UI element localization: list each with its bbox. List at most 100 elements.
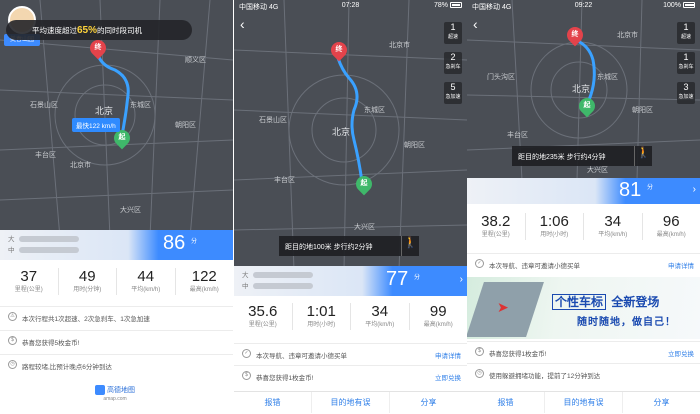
stat-max-speed: 96 最高(km/h) <box>656 213 686 238</box>
trip-report-panel-1: 北京 石景山区 北京市 朝阳区 丰台区 东城区 顺义区 大兴区 美春山园 平均速… <box>0 0 233 414</box>
stat-max-speed: 122 最高(km/h) <box>189 268 219 293</box>
start-pin-label: 起 <box>118 134 126 141</box>
start-pin-icon[interactable]: 起 <box>110 126 134 150</box>
driver-name: 大 <box>8 236 15 243</box>
chevron-right-icon: › <box>459 274 463 285</box>
fastest-speed-tag: 最快122 km/h <box>72 118 120 132</box>
start-pin-icon[interactable]: 起 <box>352 172 376 196</box>
shield-icon: ✓ <box>242 349 251 358</box>
trip-stats: 35.6 里程(公里) 1:01 用时(小时) 34 平均(km/h) 99 最高(km… <box>234 303 467 330</box>
overspeed-button[interactable]: 1 超速 <box>444 22 462 44</box>
map-label: 东城区 <box>364 107 385 114</box>
map-label: 东城区 <box>130 102 151 109</box>
stat-max-speed: 99 最高(km/h) <box>423 303 453 328</box>
wrong-destination-button[interactable]: 目的地有误 <box>312 392 390 413</box>
row-text: 恭喜您获得5枚金币! <box>22 340 80 347</box>
stat-duration: 49 用时(分钟) <box>59 268 117 295</box>
hard-brake-button[interactable]: 1 急刹车 <box>677 52 695 74</box>
clock-icon: ◷ <box>475 369 484 378</box>
end-pin-icon[interactable]: 终 <box>86 36 110 60</box>
map-label: 东城区 <box>597 74 618 81</box>
wrong-destination-button[interactable]: 目的地有误 <box>545 392 623 413</box>
avoid-congestion-row[interactable]: ◷ 使用躲避拥堵功能，提前了12分钟到达 <box>467 363 700 383</box>
score-bar[interactable]: 大 中 86 分 <box>0 230 233 260</box>
back-chevron-icon[interactable]: ‹ <box>240 16 245 32</box>
route-map[interactable]: 中国移动 4G 09:22 100% ‹ 1 超速 1 急刹车 3 急加速 北京 朝阳… <box>467 0 700 180</box>
start-pin-icon[interactable]: 起 <box>575 94 599 118</box>
row-text: 本次导航、违章可邀请小德买单 <box>489 263 580 270</box>
trip-stats: 38.2 里程(公里) 1:06 用时(小时) 34 平均(km/h) 96 最高(km… <box>467 213 700 240</box>
walk-text: 距目的地235米 步行约4分钟 <box>518 154 606 161</box>
screenshot-collage: 北京 石景山区 北京市 朝阳区 丰台区 东城区 顺义区 大兴区 美春山园 平均速… <box>0 0 700 414</box>
row-text: 路程较堵,比预计晚点6分钟到达 <box>22 364 112 371</box>
score-bar[interactable]: 81 分 › <box>467 178 700 204</box>
trip-stats: 37 里程(公里) 49 用时(分钟) 44 平均(km/h) 122 最高(km/h) <box>0 268 233 295</box>
redacted-text <box>252 272 313 279</box>
walk-text: 距目的地100米 步行约2分钟 <box>285 244 373 251</box>
hard-accel-button[interactable]: 5 急加速 <box>444 82 462 104</box>
coin-icon: $ <box>475 347 484 356</box>
stat-distance: 38.2 里程(公里) <box>467 213 526 240</box>
battery-percent: 100% <box>663 2 681 9</box>
route-map[interactable]: 北京 石景山区 北京市 朝阳区 丰台区 东城区 顺义区 大兴区 美春山园 平均速… <box>0 0 233 238</box>
end-pin-icon[interactable]: 终 <box>327 38 351 62</box>
map-label: 丰台区 <box>507 132 528 139</box>
back-chevron-icon[interactable]: ‹ <box>473 16 478 32</box>
walking-person-icon: 🚶 <box>401 236 419 256</box>
hard-brake-button[interactable]: 2 急刹车 <box>444 52 462 74</box>
score-bar[interactable]: 大 中 77 分 › <box>234 266 467 296</box>
walk-distance-box[interactable]: 距目的地100米 步行约2分钟 🚶 <box>279 236 419 256</box>
map-label: 朝阳区 <box>404 142 425 149</box>
route-map[interactable]: 中国移动 4G 07:28 78% ‹ 1 超速 2 急刹车 5 急加速 北京 石景山… <box>234 0 467 270</box>
custom-car-icon-banner[interactable]: ➤ 个性车标 全新登场 随时随地，做自己！ <box>467 277 700 339</box>
share-button[interactable]: 分享 <box>390 392 467 413</box>
coins-row[interactable]: $ 恭喜您获得1枚金币! 立即兑换 <box>234 365 467 385</box>
logo-url: amap.com <box>103 396 127 402</box>
bottom-action-bar: 报错 目的地有误 分享 <box>467 391 700 413</box>
map-label: 北京 <box>95 106 114 116</box>
stat-duration: 1:06 用时(小时) <box>526 213 584 240</box>
map-label: 北京市 <box>389 42 410 49</box>
violation-claim-row[interactable]: ✓ 本次导航、违章可邀请小德买单 申请详情 <box>467 253 700 273</box>
coin-icon: $ <box>8 336 17 345</box>
score-unit: 分 <box>414 275 421 281</box>
redeem-link[interactable]: 立即兑换 <box>668 348 694 358</box>
start-pin-label: 起 <box>360 180 368 187</box>
violation-claim-row[interactable]: ✓ 本次导航、违章可邀请小德买单 申请详情 <box>234 343 467 363</box>
row-text: 本次行程共1次超速、2次急刹车、1次急加速 <box>22 316 150 323</box>
amap-logo-icon <box>95 385 105 395</box>
stat-average-speed: 44 平均(km/h) <box>117 268 176 295</box>
trip-score: 86 <box>163 232 186 254</box>
amap-logo: 高德地图 amap.com <box>95 385 135 403</box>
redeem-link[interactable]: 立即兑换 <box>435 372 461 382</box>
walk-distance-box[interactable]: 距目的地235米 步行约4分钟 🚶 <box>512 146 652 166</box>
stat-distance: 35.6 里程(公里) <box>234 303 293 330</box>
speed-ranking-banner: 平均速度超过65%的同时段司机 <box>6 20 192 40</box>
report-error-button[interactable]: 报错 <box>467 392 545 413</box>
chevron-right-icon: › <box>692 184 696 195</box>
driver-name: 中 <box>8 247 15 254</box>
map-label: 北京 <box>572 84 591 94</box>
map-label: 丰台区 <box>35 152 56 159</box>
share-button[interactable]: 分享 <box>623 392 700 413</box>
report-error-button[interactable]: 报错 <box>234 392 312 413</box>
walking-person-icon: 🚶 <box>634 146 652 166</box>
banner-prefix: 平均速度超过 <box>32 26 77 35</box>
event-icon: ⚠ <box>8 312 17 321</box>
hard-accel-button[interactable]: 3 急加速 <box>677 82 695 104</box>
coins-row[interactable]: $ 恭喜您获得1枚金币! 立即兑换 <box>467 341 700 361</box>
coins-row[interactable]: $ 恭喜您获得5枚金币! <box>0 330 233 350</box>
map-label: 门头沟区 <box>487 74 515 81</box>
banner-suffix: 的同时段司机 <box>97 26 143 35</box>
map-label: 大兴区 <box>120 207 141 214</box>
end-pin-icon[interactable]: 终 <box>563 23 587 47</box>
traffic-row[interactable]: ◷ 路程较堵,比预计晚点6分钟到达 <box>0 354 233 374</box>
driver-name: 大 <box>242 272 249 279</box>
overspeed-button[interactable]: 1 超速 <box>677 22 695 44</box>
apply-details-link[interactable]: 申请详情 <box>435 350 461 360</box>
clock: 07:28 <box>341 2 360 9</box>
map-roads <box>234 0 467 270</box>
driving-events-row[interactable]: ⚠ 本次行程共1次超速、2次急刹车、1次急加速 <box>0 306 233 326</box>
apply-details-link[interactable]: 申请详情 <box>668 260 694 270</box>
map-label: 朝阳区 <box>632 107 653 114</box>
